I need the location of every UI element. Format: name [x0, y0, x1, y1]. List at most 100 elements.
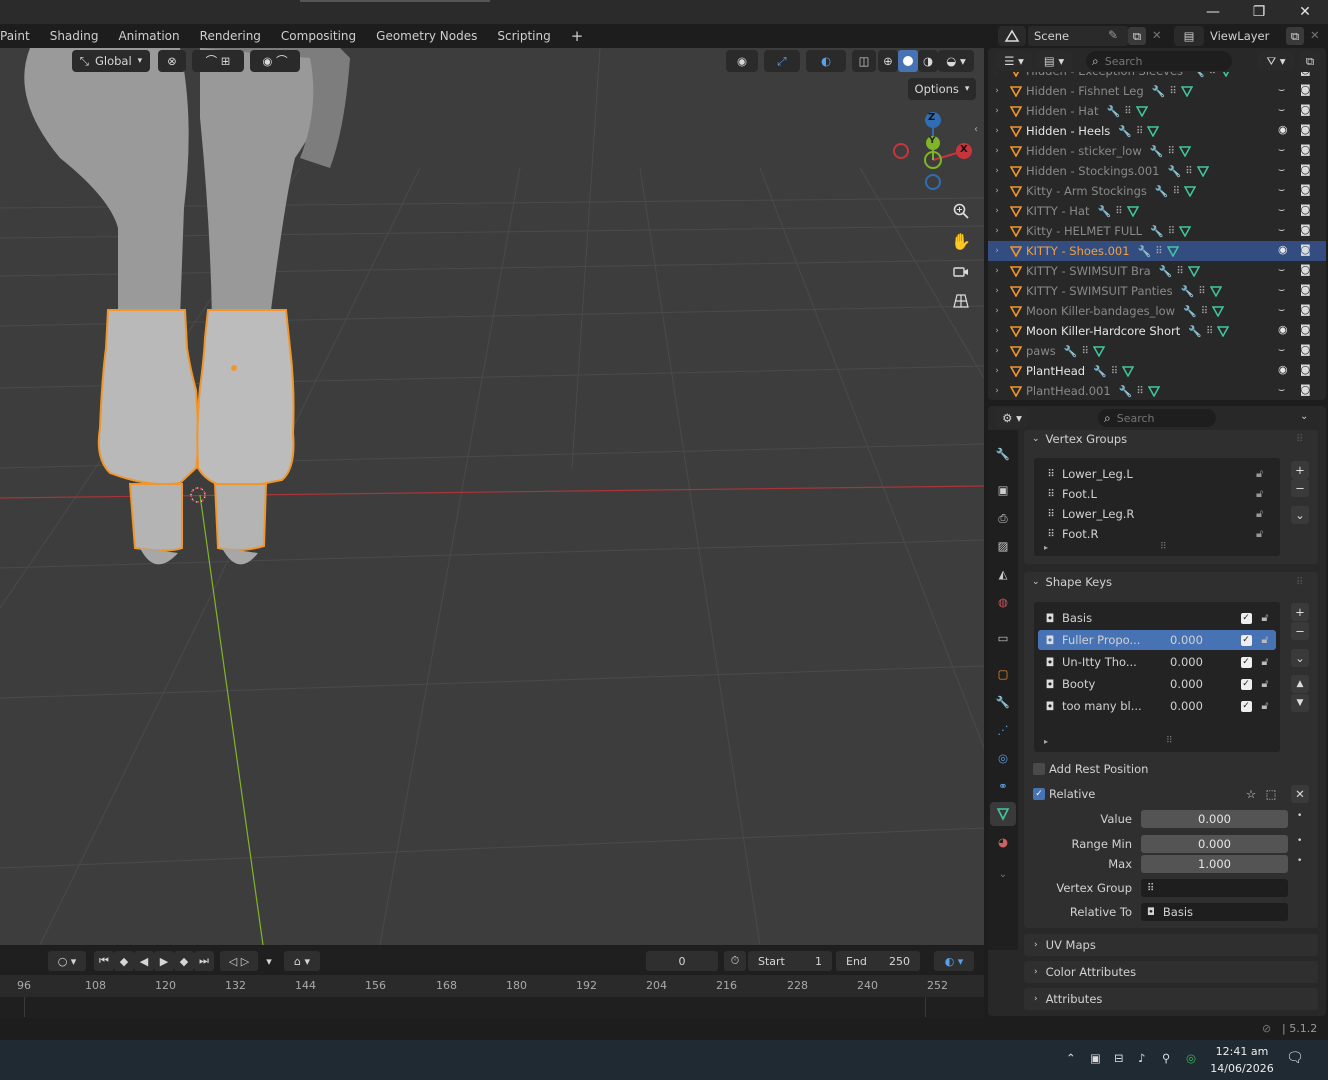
display-mode-icon[interactable]: ▤ ▾	[1036, 51, 1072, 71]
eye-closed-icon[interactable]: ⌣	[1278, 343, 1285, 357]
vertex-group-row[interactable]: ⠿ Foot.L 🔓︎	[1040, 484, 1276, 504]
pan-hand-icon[interactable]: ✋	[948, 228, 974, 254]
options-dropdown[interactable]: Options ▾	[908, 78, 976, 100]
modifier-wrench-icon[interactable]: 🔧	[1138, 245, 1152, 258]
shape-key-mute-checkbox[interactable]: ✓	[1236, 612, 1256, 624]
add-vertex-group-button[interactable]: +	[1291, 461, 1309, 479]
camera-render-icon[interactable]: ◙	[1300, 263, 1311, 276]
new-scene-icon[interactable]: ⧉	[1128, 27, 1146, 45]
scene-tab-icon[interactable]: ◭	[990, 562, 1016, 586]
add-shape-key-button[interactable]: +	[1291, 603, 1309, 621]
remove-vertex-group-button[interactable]: −	[1291, 479, 1309, 497]
tab-rendering[interactable]: Rendering	[190, 24, 271, 48]
vertex-group-specials-icon[interactable]: ⌄	[1291, 506, 1309, 524]
outliner-item[interactable]: › KITTY - Shoes.001 🔧 ⠿	[988, 241, 1326, 261]
lock-icon[interactable]: 🔓︎	[1256, 487, 1276, 501]
expand-arrow-icon[interactable]: ›	[988, 186, 1006, 196]
filter-icon[interactable]: ⛛ ▾	[1258, 51, 1294, 71]
list-expand-icon[interactable]: ▸	[1044, 737, 1048, 746]
camera-view-icon[interactable]	[948, 258, 974, 284]
add-rest-position-checkbox[interactable]	[1033, 763, 1045, 775]
scene-selector-icon[interactable]	[998, 26, 1026, 46]
camera-render-icon[interactable]: ◙	[1300, 283, 1311, 296]
wireframe-shading-icon[interactable]: ⊕	[878, 50, 898, 72]
eye-closed-icon[interactable]: ⌣	[1278, 263, 1285, 277]
lock-icon[interactable]: 🔓︎	[1256, 633, 1274, 647]
modifier-wrench-icon[interactable]: 🔧	[1188, 325, 1202, 338]
navigation-gizmo[interactable]: Z Y X	[890, 106, 976, 192]
zoom-icon[interactable]	[948, 198, 974, 224]
pin-icon[interactable]: ✎	[1108, 28, 1118, 42]
eye-closed-icon[interactable]: ⌣	[1278, 303, 1285, 317]
mesh-data-icon[interactable]	[1180, 85, 1193, 97]
modifier-wrench-icon[interactable]: 🔧	[1106, 105, 1120, 118]
shape-key-value[interactable]: 0.000	[1170, 655, 1236, 669]
constraints-tab-icon[interactable]: ⚭	[990, 774, 1016, 798]
sidebar-toggle-chevron-icon[interactable]: ‹	[974, 124, 984, 140]
volume-icon[interactable]: ♪	[1138, 1051, 1145, 1065]
expand-arrow-icon[interactable]: ›	[988, 86, 1006, 96]
shape-key-value[interactable]: 0.000	[1170, 633, 1236, 647]
attributes-panel[interactable]: › Attributes	[1024, 988, 1318, 1010]
sync-status-icon[interactable]: ◎	[1186, 1051, 1196, 1065]
shape-key-value[interactable]: 0.000	[1170, 699, 1236, 713]
shape-key-edit-mode-icon[interactable]: ⬚	[1262, 785, 1280, 803]
clock-time[interactable]: 12:41 am	[1206, 1045, 1278, 1058]
eye-open-icon[interactable]: ◉	[1278, 323, 1288, 336]
add-workspace-button[interactable]: +	[561, 24, 594, 48]
keyframe-dot-icon[interactable]: •	[1297, 856, 1302, 866]
shape-key-lock-icon[interactable]: ☆	[1242, 785, 1260, 803]
collection-tab-icon[interactable]: ▭	[990, 626, 1016, 650]
shape-key-mute-checkbox[interactable]: ✓	[1236, 700, 1256, 712]
eye-closed-icon[interactable]: ⌣	[1278, 103, 1285, 117]
eye-closed-icon[interactable]: ⌣	[1278, 72, 1285, 77]
particles-tab-icon[interactable]: ⋰	[990, 718, 1016, 742]
eye-open-icon[interactable]: ◉	[1278, 363, 1288, 376]
camera-render-icon[interactable]: ◙	[1300, 203, 1311, 216]
tab-shading[interactable]: Shading	[40, 24, 109, 48]
outliner-item[interactable]: › Hidden - Heels 🔧 ⠿	[988, 121, 1326, 141]
list-resize-grip-icon[interactable]: ⠿	[1160, 542, 1167, 552]
mesh-data-icon[interactable]	[1166, 245, 1179, 257]
current-frame-field[interactable]: 0	[646, 951, 718, 971]
perspective-grid-icon[interactable]	[948, 288, 974, 314]
mesh-data-icon[interactable]	[1183, 185, 1196, 197]
color-attributes-panel[interactable]: › Color Attributes	[1024, 961, 1318, 983]
eye-closed-icon[interactable]: ⌣	[1278, 183, 1285, 197]
camera-render-icon[interactable]: ◙	[1300, 383, 1311, 396]
expand-arrow-icon[interactable]: ›	[988, 286, 1006, 296]
shape-key-row[interactable]: ◘ Fuller Propo... 0.000 ✓ 🔓︎	[1038, 630, 1276, 650]
relative-checkbox[interactable]: ✓	[1033, 788, 1045, 800]
keyframe-dot-icon[interactable]: •	[1297, 836, 1302, 846]
outliner-editor-type-icon[interactable]: ☰ ▾	[996, 51, 1032, 71]
expand-arrow-icon[interactable]: ›	[988, 246, 1006, 256]
shape-key-value[interactable]: 0.000	[1170, 677, 1236, 691]
jump-end-icon[interactable]: ⏭	[194, 951, 214, 971]
snap-icon[interactable]: ⌒ ⊞	[192, 50, 244, 72]
physics-tab-icon[interactable]: ◎	[990, 746, 1016, 770]
pivot-point-icon[interactable]: ⊗	[158, 50, 186, 72]
notifications-icon[interactable]: 🗨	[1286, 1050, 1304, 1066]
camera-render-icon[interactable]: ◙	[1300, 72, 1311, 76]
play-icon[interactable]: ▶	[154, 951, 174, 971]
mesh-data-icon[interactable]	[1187, 265, 1200, 277]
overlay-toggle-icon[interactable]: ◐	[806, 50, 846, 72]
view-layer-tab-icon[interactable]: ▨	[990, 534, 1016, 558]
modifier-wrench-icon[interactable]: 🔧	[1150, 225, 1164, 238]
lock-icon[interactable]: 🔓︎	[1256, 467, 1276, 481]
lock-icon[interactable]: 🔓︎	[1256, 655, 1274, 669]
camera-render-icon[interactable]: ◙	[1300, 363, 1311, 376]
mesh-data-icon[interactable]	[1196, 165, 1209, 177]
lock-icon[interactable]: 🔓︎	[1256, 699, 1274, 713]
shape-key-row[interactable]: ◘ too many bl... 0.000 ✓ 🔓︎	[1038, 696, 1276, 716]
shape-key-row[interactable]: ◘ Basis ✓ 🔓︎	[1038, 608, 1276, 628]
mesh-data-icon[interactable]	[1179, 225, 1192, 237]
camera-render-icon[interactable]: ◙	[1300, 223, 1311, 236]
camera-render-icon[interactable]: ◙	[1300, 143, 1311, 156]
tab-geometry-nodes[interactable]: Geometry Nodes	[366, 24, 487, 48]
stopwatch-icon[interactable]: ⏱	[724, 951, 746, 971]
outliner-item[interactable]: › PlantHead 🔧 ⠿	[988, 361, 1326, 381]
shape-key-mute-checkbox[interactable]: ✓	[1236, 678, 1256, 690]
modifier-wrench-icon[interactable]: 🔧	[1119, 385, 1133, 398]
material-tab-icon[interactable]: ◕	[990, 830, 1016, 854]
